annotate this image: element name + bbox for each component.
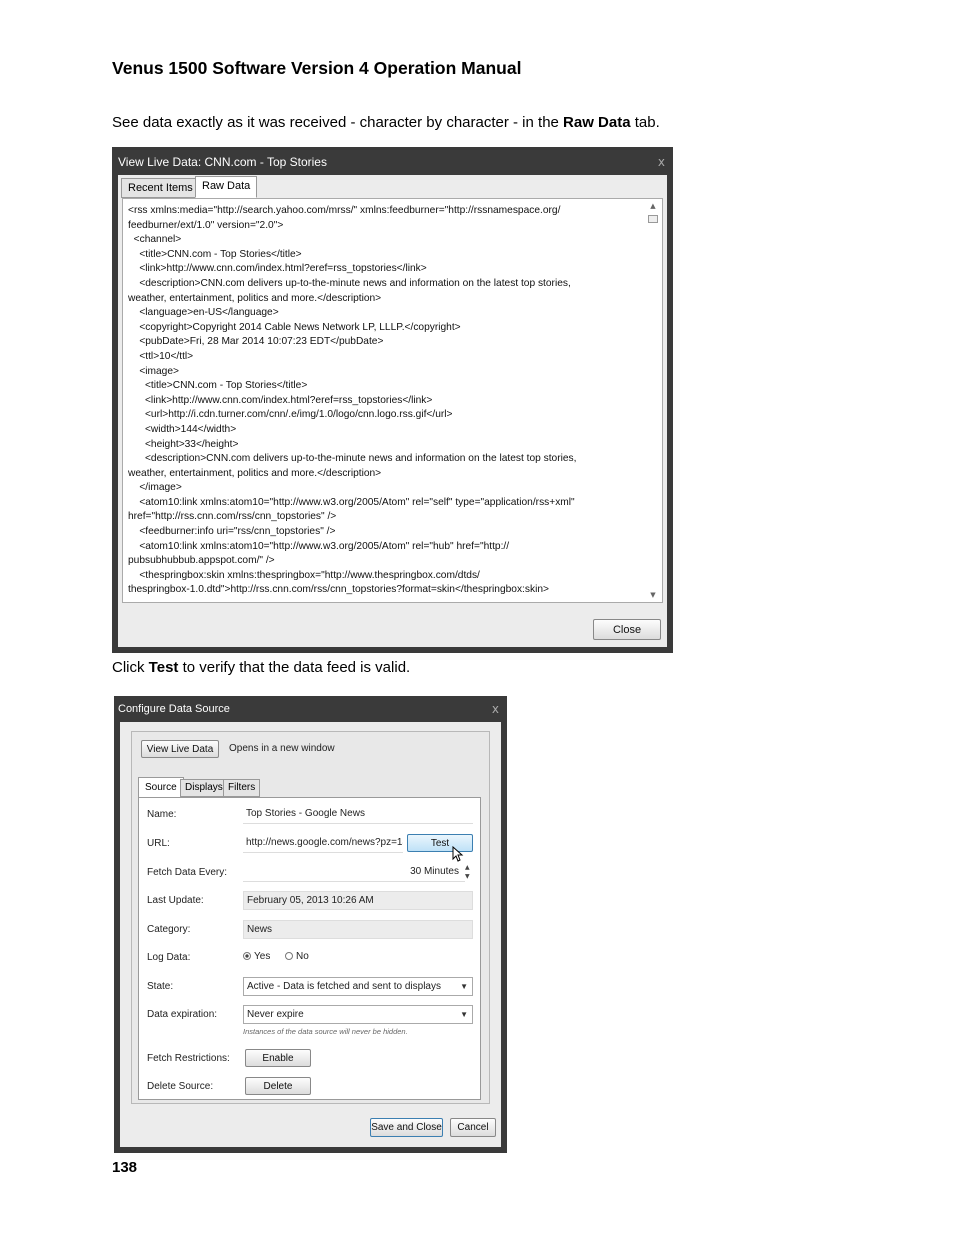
close-icon[interactable]: x xyxy=(658,147,665,177)
expiration-dropdown[interactable]: Never expire ▼ xyxy=(243,1005,473,1024)
enable-button[interactable]: Enable xyxy=(245,1049,311,1067)
view-live-data-button[interactable]: View Live Data xyxy=(141,740,219,758)
tab-filters[interactable]: Filters xyxy=(223,779,261,797)
fetch-interval-field[interactable]: 30 Minutes xyxy=(243,863,465,882)
last-update-field: February 05, 2013 10:26 AM xyxy=(243,891,473,910)
fetch-label: Fetch Data Every: xyxy=(147,867,228,878)
raw-data-textbox[interactable]: <rss xmlns:media="http://search.yahoo.co… xyxy=(122,198,663,603)
category-field[interactable]: News xyxy=(243,920,473,939)
close-button[interactable]: Close xyxy=(593,619,661,640)
state-dropdown[interactable]: Active - Data is fetched and sent to dis… xyxy=(243,977,473,996)
save-and-close-button[interactable]: Save and Close xyxy=(370,1118,443,1137)
name-label: Name: xyxy=(147,809,177,820)
document-title: Venus 1500 Software Version 4 Operation … xyxy=(112,58,522,78)
fetch-stepper-icon[interactable]: ▲ ▼ xyxy=(465,863,470,881)
fetch-restrictions-label: Fetch Restrictions: xyxy=(147,1053,230,1064)
close-icon[interactable]: x xyxy=(492,696,499,722)
raw-data-content: <rss xmlns:media="http://search.yahoo.co… xyxy=(128,205,577,596)
last-update-label: Last Update: xyxy=(147,895,204,906)
category-label: Category: xyxy=(147,924,191,935)
source-panel: Name: Top Stories - Google News URL: htt… xyxy=(138,797,481,1100)
tab-raw-data[interactable]: Raw Data xyxy=(195,176,258,198)
scroll-up-icon[interactable]: ▲ xyxy=(647,202,659,210)
url-label: URL: xyxy=(147,838,170,849)
radio-unselected-icon[interactable] xyxy=(285,952,293,960)
radio-selected-icon[interactable] xyxy=(243,952,251,960)
mouse-cursor-icon xyxy=(452,846,464,862)
expiration-hint: Instances of the data source will never … xyxy=(243,1027,408,1036)
scroll-down-icon[interactable]: ▼ xyxy=(647,591,659,599)
log-no-option[interactable]: No xyxy=(285,951,309,962)
window-body: View Live Data Opens in a new window Sou… xyxy=(120,722,501,1147)
delete-button[interactable]: Delete xyxy=(245,1077,311,1095)
window-body: Recent Items Raw Data <rss xmlns:media="… xyxy=(118,175,667,647)
vertical-scrollbar[interactable]: ▲ ▼ xyxy=(647,202,659,599)
tab-recent-items[interactable]: Recent Items xyxy=(121,178,200,198)
view-live-data-window: View Live Data: CNN.com - Top Stories x … xyxy=(112,147,673,653)
log-data-label: Log Data: xyxy=(147,952,191,963)
data-source-group: View Live Data Opens in a new window Sou… xyxy=(131,731,490,1104)
name-field[interactable]: Top Stories - Google News xyxy=(243,805,473,824)
expiration-label: Data expiration: xyxy=(147,1009,218,1020)
window-title: View Live Data: CNN.com - Top Stories xyxy=(118,155,327,169)
chevron-down-icon: ▼ xyxy=(460,982,468,991)
configure-data-source-window: Configure Data Source x View Live Data O… xyxy=(114,696,507,1153)
view-live-hint: Opens in a new window xyxy=(229,743,335,754)
scroll-thumb[interactable] xyxy=(648,215,658,223)
test-instruction: Click Test to verify that the data feed … xyxy=(112,659,411,676)
chevron-down-icon: ▼ xyxy=(460,1010,468,1019)
page-number: 138 xyxy=(112,1159,138,1176)
log-yes-option[interactable]: Yes xyxy=(243,951,270,962)
delete-source-label: Delete Source: xyxy=(147,1081,214,1092)
tab-source[interactable]: Source xyxy=(138,777,184,798)
state-label: State: xyxy=(147,981,174,992)
window-title: Configure Data Source xyxy=(118,703,230,715)
raw-data-instruction: See data exactly as it was received - ch… xyxy=(112,114,660,131)
cancel-button[interactable]: Cancel xyxy=(450,1118,496,1137)
tab-displays[interactable]: Displays xyxy=(180,779,228,797)
url-field[interactable]: http://news.google.com/news?pz=1& xyxy=(243,834,403,853)
